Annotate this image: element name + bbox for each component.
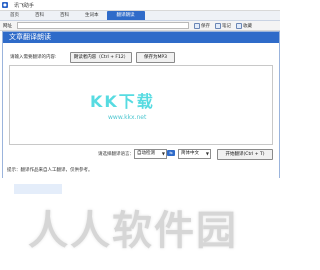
app-title: 讯飞助手 [14,2,35,9]
app-logo-icon: ● [2,2,8,8]
start-translate-button[interactable]: 开始翻译(Ctrl + T) [217,149,273,160]
save-icon [194,22,200,29]
source-text-area[interactable]: KK下载 www.kkx.net [9,65,273,145]
save-mp3-button[interactable]: 保存为MP3 [136,52,175,63]
panel-title: 文章翻译朗读 [3,32,279,43]
favorite-label: 收藏 [243,23,252,29]
input-prompt-label: 请输入需要翻译的内容: [10,55,57,60]
star-icon [236,22,242,29]
tab-home[interactable]: 首页 [2,11,27,20]
target-language-value: 简体中文 [181,151,199,156]
source-language-select[interactable]: 自动检测 ▼ [134,149,167,159]
note-button[interactable]: 笔记 [215,22,231,29]
chevron-down-icon: ▼ [161,151,165,156]
input-toolbar-row: 请输入需要翻译的内容: 朗读者内容（Ctrl + F12） 保存为MP3 [3,52,279,63]
note-icon [215,22,221,29]
title-bar: ● 讯飞助手 [0,0,280,11]
source-language-value: 自动检测 [137,151,155,156]
watermark-text: 人人软件园 [28,208,238,254]
watermark-url: www.kkx.net [108,114,147,121]
tab-vocabulary[interactable]: 生词本 [77,11,107,20]
language-row: 请选择翻译语言： 自动检测 ▼ ⇆ 简体中文 ▼ 开始翻译(Ctrl + T) [3,149,279,160]
address-bar: 网址 保存 笔记 收藏 [0,21,280,31]
chevron-down-icon: ▼ [205,151,209,156]
note-label: 笔记 [222,23,231,29]
save-button[interactable]: 保存 [194,22,210,29]
language-label: 请选择翻译语言： [98,152,134,157]
tab-baike-2[interactable]: 百科 [52,11,77,20]
read-aloud-button[interactable]: 朗读者内容（Ctrl + F12） [70,52,132,63]
save-label: 保存 [201,23,210,29]
favorite-button[interactable]: 收藏 [236,22,252,29]
target-language-select[interactable]: 简体中文 ▼ [178,149,211,159]
footnote-text: 提示：翻译作品来自人工翻译，仅供参考。 [7,168,93,173]
blurred-region [14,184,62,194]
translate-panel: 文章翻译朗读 请输入需要翻译的内容: 朗读者内容（Ctrl + F12） 保存为… [2,31,280,179]
tab-bar: 首页 百科 百科 生词本 翻译朗读 [0,11,280,21]
swap-languages-button[interactable]: ⇆ [167,150,175,156]
lower-area: 人人软件园 [0,178,280,270]
tab-baike[interactable]: 百科 [27,11,52,20]
address-input[interactable] [17,22,189,29]
watermark-logo: KK下载 [90,92,155,111]
address-label: 网址 [3,23,12,29]
tab-translate-read[interactable]: 翻译朗读 [106,11,145,20]
